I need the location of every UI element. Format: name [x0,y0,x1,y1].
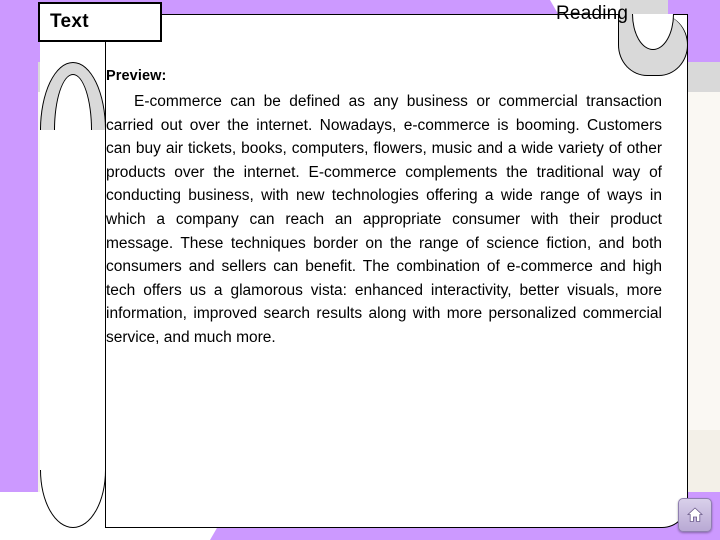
slide-title-box: Text [38,2,162,42]
preview-body-text: E-commerce can be defined as any busines… [106,93,662,346]
content-area: Preview: E-commerce can be defined as an… [106,68,666,350]
home-icon [686,506,704,524]
section-label-reading: Reading [556,3,629,24]
slide-canvas: Text Reading Preview: E-commerce can be … [0,0,720,540]
left-violet-bar [0,0,38,540]
home-button[interactable] [678,498,712,532]
page-title: Text [50,11,89,32]
preview-label: Preview: [106,68,167,84]
